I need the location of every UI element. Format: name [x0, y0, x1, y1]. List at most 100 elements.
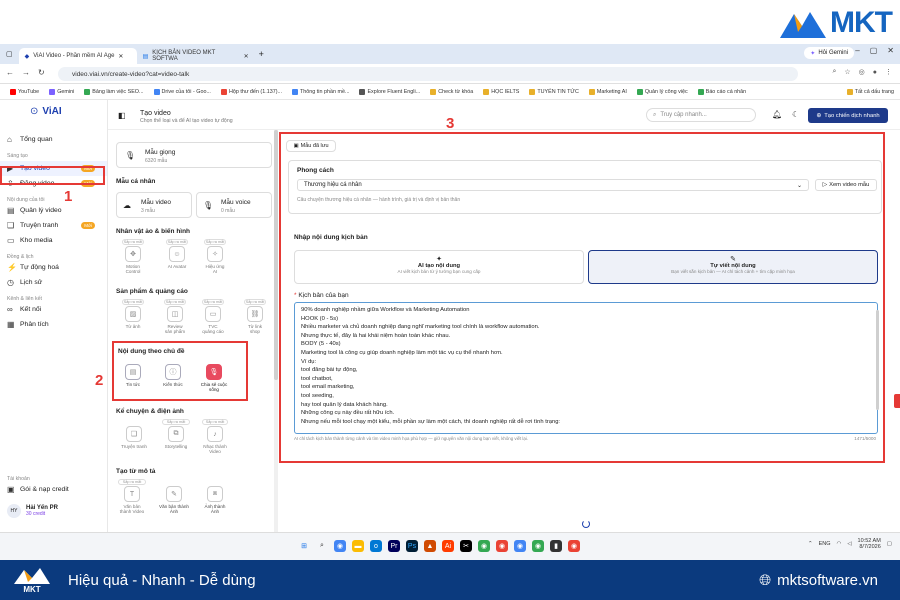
back-icon[interactable]: ←: [6, 68, 14, 77]
menu-icon[interactable]: ⋮: [885, 68, 892, 76]
sidebar-item-lich-su[interactable]: ◷ Lịch sử: [0, 275, 107, 290]
scrollbar-thumb[interactable]: [274, 130, 278, 380]
annotation-box-3: [279, 132, 885, 463]
sidebar-toggle-icon[interactable]: ◧: [118, 111, 126, 120]
reload-icon[interactable]: ↻: [38, 68, 45, 77]
sidebar-item-truyen-tranh[interactable]: ❑ Truyện tranh Mới: [0, 218, 107, 233]
app-icon[interactable]: ▲: [424, 540, 436, 552]
tile-storytelling[interactable]: Sắp ra mắt ⧉ Storytelling: [162, 419, 190, 449]
file-explorer-icon[interactable]: ▬: [352, 540, 364, 552]
tab-overview-icon[interactable]: ▢: [6, 50, 13, 58]
tile-label: Hiệu ứng AI: [205, 264, 225, 274]
wifi-icon[interactable]: ◠: [837, 541, 842, 547]
tile-tu-anh[interactable]: Sắp ra mắt ▨ Từ ảnh: [122, 299, 144, 329]
bookmark-item[interactable]: Hộp thư đến (1.137)...: [220, 88, 282, 95]
tile-motion-control[interactable]: Sắp ra mắt ✥ Motion Control: [122, 239, 144, 274]
windows-start-icon[interactable]: ⊞: [298, 540, 310, 552]
bookmark-label: Hộp thư đến (1.137)...: [228, 88, 282, 95]
forward-icon[interactable]: →: [22, 68, 30, 77]
all-bookmarks[interactable]: Tất cả dấu trang: [846, 88, 894, 95]
tile-truyen-tranh[interactable]: ❑ Truyện tranh: [120, 426, 148, 449]
extension-icon[interactable]: ◎: [859, 68, 865, 76]
quick-campaign-button[interactable]: ⊕ Tạo chiến dịch nhanh: [808, 108, 888, 123]
bookmark-item[interactable]: Thông tin phần mề...: [292, 88, 349, 95]
personal-video-card[interactable]: ☁ Mẫu video 3 mẫu: [116, 192, 192, 218]
app-active-icon[interactable]: ▮: [550, 540, 562, 552]
maximize-icon[interactable]: ▢: [870, 46, 878, 55]
tile-label: TVC quảng cáo: [202, 324, 224, 334]
bookmark-item[interactable]: Drive của tôi - Goo...: [153, 88, 211, 95]
sidebar-item-kho-media[interactable]: ▭ Kho media: [0, 233, 107, 248]
close-icon[interactable]: ✕: [244, 53, 249, 60]
voice-template-card[interactable]: 🎙︎ Mẫu giọng 6320 mẫu: [116, 142, 272, 168]
footer-slogan: Hiệu quả - Nhanh - Dễ dùng: [68, 572, 256, 589]
gemini-button[interactable]: ✦ Hỏi Gemini: [804, 47, 854, 59]
viai-logo[interactable]: ⊙ ViAI: [0, 100, 107, 122]
close-window-icon[interactable]: ✕: [887, 46, 894, 55]
quick-search[interactable]: ⌕ Truy cập nhanh...: [646, 108, 756, 122]
user-profile[interactable]: HY Hải Yến PR 30 credit: [7, 504, 58, 518]
bookmark-item[interactable]: Quản lý công việc: [636, 88, 688, 95]
tile-ai-avatar[interactable]: Sắp ra mắt ☺ AI Avatar: [166, 239, 188, 269]
sidebar-item-tu-dong-hoa[interactable]: ⚡ Tự động hoá: [0, 260, 107, 275]
scrollbar[interactable]: [274, 130, 278, 532]
tile-tvc-quang-cao[interactable]: Sắp ra mắt ▭ TVC quảng cáo: [202, 299, 224, 334]
minimize-icon[interactable]: –: [855, 46, 859, 55]
tile-anh-thanh-anh[interactable]: ⧈ Ảnh thành Ảnh: [200, 486, 230, 514]
bookmark-item[interactable]: HỌC IELTS: [483, 88, 519, 95]
star-icon[interactable]: ☆: [844, 68, 850, 76]
tile-tu-link-shop[interactable]: Sắp ra mắt ⛓ Từ link shop: [244, 299, 266, 334]
search-icon[interactable]: ⌕: [316, 540, 328, 552]
chrome-profile-icon[interactable]: ◉: [478, 540, 490, 552]
tile-review-san-pham[interactable]: Sắp ra mắt ◫ Review sản phẩm: [164, 299, 186, 334]
new-tab-icon[interactable]: +: [259, 49, 264, 59]
url-field[interactable]: video.viai.vn/create-video?cat=video-tal…: [58, 67, 798, 81]
sidebar-item-tong-quan[interactable]: ⌂ Tổng quan: [0, 132, 107, 147]
sidebar-item-phan-tich[interactable]: ▦ Phân tích: [0, 317, 107, 332]
browser-tab-viai[interactable]: ◆ ViAI Video - Phần mềm AI Age ✕: [18, 48, 137, 64]
tile-van-ban-thanh-video[interactable]: Sắp ra mắt T Văn bản thành Video: [118, 479, 146, 514]
sidebar-item-ket-noi[interactable]: ∞ Kết nối: [0, 302, 107, 317]
annotation-number-1: 1: [64, 188, 73, 205]
chrome-profile-icon[interactable]: ◉: [514, 540, 526, 552]
volume-icon[interactable]: ◁: [847, 541, 851, 547]
tile-hieu-ung-ai[interactable]: Sắp ra mắt ✧ Hiệu ứng AI: [204, 239, 226, 274]
bookmark-item[interactable]: Explore Fluent Engli...: [359, 88, 420, 95]
tv-icon: ▭: [205, 306, 221, 322]
capcut-icon[interactable]: ✂: [460, 540, 472, 552]
profile-icon[interactable]: ●: [873, 69, 877, 76]
url-text: video.viai.vn/create-video?cat=video-tal…: [72, 70, 190, 78]
theme-icon[interactable]: ☾: [792, 110, 799, 119]
photoshop-icon[interactable]: Ps: [406, 540, 418, 552]
bookmark-item[interactable]: YouTube: [10, 88, 39, 95]
chrome-icon[interactable]: ◉: [334, 540, 346, 552]
sidebar-item-quan-ly-video[interactable]: ▤ Quản lý video: [0, 203, 107, 218]
bookmark-item[interactable]: Check từ khóa: [430, 88, 473, 95]
outlook-icon[interactable]: o: [370, 540, 382, 552]
close-icon[interactable]: ✕: [118, 53, 123, 60]
sidebar-item-credit[interactable]: ▣ Gói & nạp credit: [0, 482, 107, 497]
bookmark-item[interactable]: Marketing AI: [588, 88, 627, 95]
browser-tab-kich-ban[interactable]: ▤ KỊCH BẢN VIDEO MKT SOFTWA ✕: [137, 48, 255, 64]
chevron-up-icon[interactable]: ⌃: [808, 541, 813, 547]
illustrator-icon[interactable]: Ai: [442, 540, 454, 552]
chrome-profile-icon[interactable]: ◉: [496, 540, 508, 552]
notification-icon[interactable]: ▢: [887, 541, 892, 547]
chrome-profile-icon[interactable]: ◉: [568, 540, 580, 552]
search-icon[interactable]: ⌕: [832, 68, 836, 76]
language-indicator[interactable]: ENG: [819, 541, 831, 547]
tile-van-ban-thanh-anh[interactable]: ✎ Văn bản thành Ảnh: [158, 486, 190, 514]
side-widget-icon[interactable]: [894, 394, 900, 408]
coming-soon-badge: Sắp ra mắt: [204, 239, 226, 245]
clock[interactable]: 10:52 AM 8/7/2026: [858, 538, 881, 550]
personal-voice-card[interactable]: 🎙︎ Mẫu voice 0 mẫu: [196, 192, 272, 218]
bookmark-item[interactable]: Bảng làm việc SEO...: [84, 88, 144, 95]
tile-nhac-thanh-video[interactable]: Sắp ra mắt ♪ Nhạc thành Video: [202, 419, 228, 454]
microphone-icon: 🎙︎: [125, 151, 136, 160]
bookmark-item[interactable]: Gemini: [49, 88, 74, 95]
premiere-icon[interactable]: Pr: [388, 540, 400, 552]
bookmark-item[interactable]: Báo cáo cá nhân: [697, 88, 746, 95]
bookmark-item[interactable]: TUYỂN TIN TỨC: [529, 88, 579, 95]
chrome-profile-icon[interactable]: ◉: [532, 540, 544, 552]
bell-icon[interactable]: 🔔︎: [772, 110, 782, 119]
